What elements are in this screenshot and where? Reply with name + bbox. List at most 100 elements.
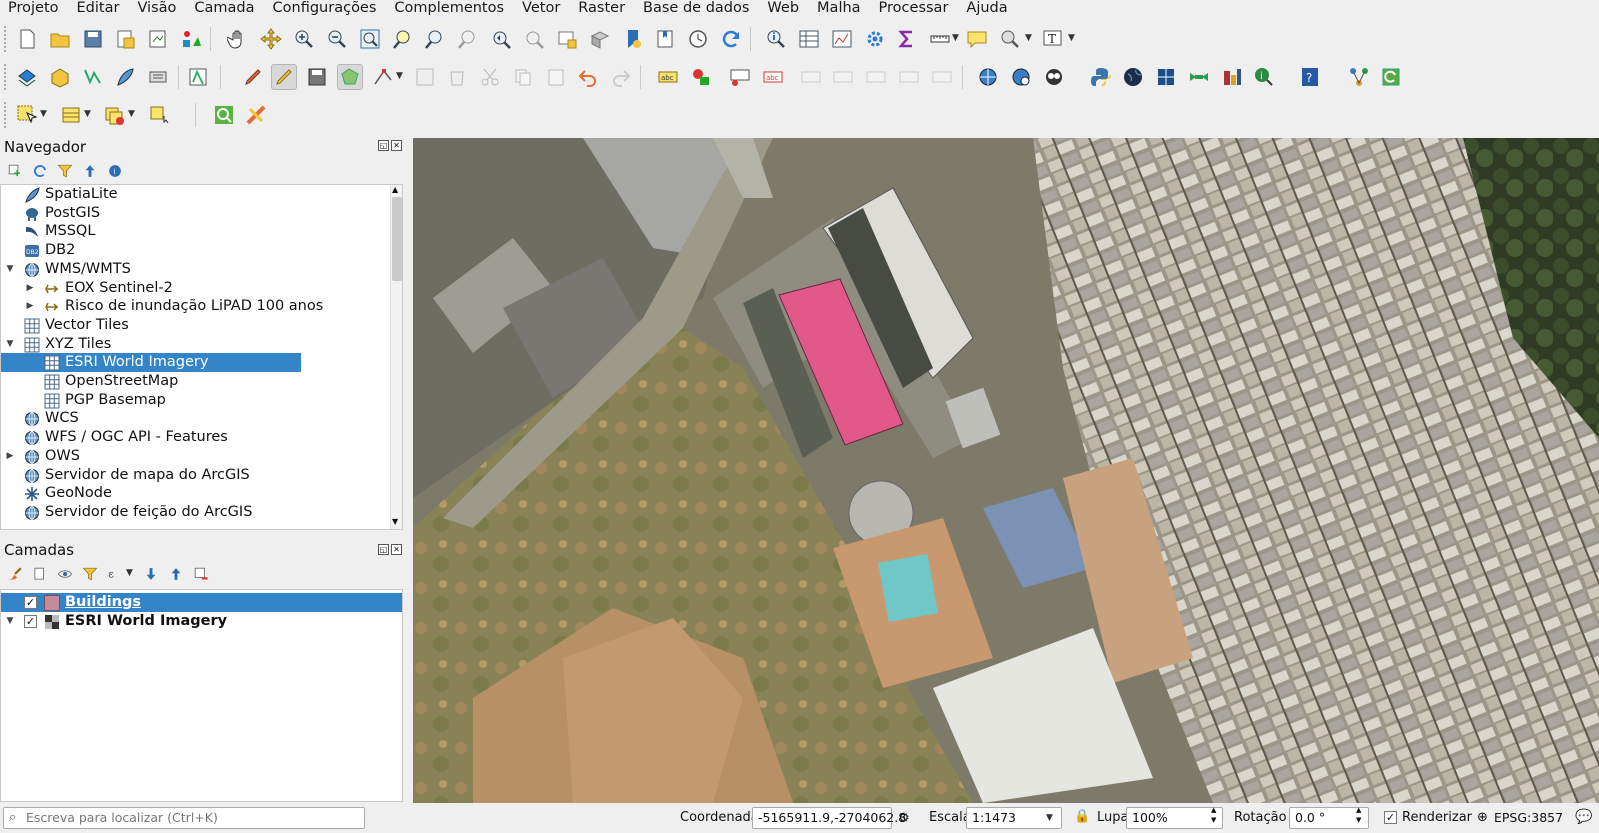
expand-all-icon[interactable] (140, 563, 162, 585)
filter-expression-dropdown-icon[interactable]: ▼ (126, 568, 133, 578)
float-panel-icon[interactable]: ◱ (378, 544, 389, 555)
menu-processar[interactable]: Processar (870, 0, 958, 18)
select-by-location-icon[interactable] (997, 26, 1023, 52)
browser-item[interactable]: Servidor de feição do ArcGIS (1, 503, 402, 522)
scale-dropdown-icon[interactable]: ▼ (1046, 808, 1053, 828)
select-by-value-dropdown-icon[interactable]: ▼ (84, 109, 91, 119)
layer-styling-icon[interactable] (4, 563, 26, 585)
modify-attributes-icon[interactable] (412, 64, 438, 90)
show-bookmarks-icon[interactable] (652, 26, 678, 52)
menu-editar[interactable]: Editar (68, 0, 129, 18)
plugin-refresh-icon[interactable] (1378, 64, 1404, 90)
label-properties-icon[interactable] (929, 64, 955, 90)
expand-arrow-icon[interactable]: ▶ (24, 297, 36, 316)
refresh-icon[interactable] (718, 26, 744, 52)
processing-toolbox-icon[interactable] (862, 26, 888, 52)
delete-selected-icon[interactable] (444, 64, 470, 90)
diagram-tool-icon[interactable] (688, 64, 714, 90)
scroll-down-icon[interactable]: ▼ (392, 517, 398, 526)
menu-web[interactable]: Web (758, 0, 808, 18)
save-edits-icon[interactable] (304, 64, 330, 90)
print-layout-icon[interactable] (145, 26, 171, 52)
pan-to-selection-icon[interactable] (258, 26, 284, 52)
browser-item[interactable]: Vector Tiles (1, 316, 402, 335)
new-bookmark-icon[interactable] (620, 26, 646, 52)
new-map-view-icon[interactable] (554, 26, 580, 52)
toolbar-handle[interactable] (4, 102, 8, 128)
paste-features-icon[interactable] (543, 64, 569, 90)
label-show-hide-icon[interactable] (830, 64, 856, 90)
browser-item[interactable]: OpenStreetMap (1, 372, 402, 391)
zoom-out-icon[interactable] (324, 26, 350, 52)
map-tips-icon[interactable] (964, 26, 990, 52)
plugin-network-icon[interactable] (1346, 64, 1372, 90)
browser-item[interactable]: WCS (1, 409, 402, 428)
georeferencer-icon[interactable] (1153, 64, 1179, 90)
coordinate-field[interactable]: -5165911.9,-2704062.8 (752, 807, 906, 829)
select-by-value-icon[interactable] (58, 102, 84, 128)
close-panel-icon[interactable]: ✕ (391, 544, 402, 555)
menu-raster[interactable]: Raster (569, 0, 634, 18)
undo-icon[interactable] (575, 64, 601, 90)
add-selected-layer-icon[interactable] (4, 160, 26, 182)
pin-labels-icon[interactable] (727, 64, 753, 90)
layer-visibility-checkbox[interactable]: ✓ (24, 596, 37, 609)
toggle-editing-icon[interactable] (271, 64, 297, 90)
zoom-last-icon[interactable] (488, 26, 514, 52)
layer-row-esri[interactable]: ▼ ✓ ESRI World Imagery (1, 612, 402, 631)
remove-layer-icon[interactable] (190, 563, 212, 585)
browser-item[interactable]: Servidor de mapa do ArcGIS (1, 466, 402, 485)
manage-visibility-icon[interactable] (54, 563, 76, 585)
zoom-native-icon[interactable] (455, 26, 481, 52)
sum-icon[interactable] (894, 26, 920, 52)
render-checkbox[interactable]: ✓ (1384, 811, 1397, 824)
new-3d-view-icon[interactable] (587, 26, 613, 52)
identify-icon[interactable] (763, 26, 789, 52)
menu-vetor[interactable]: Vetor (513, 0, 569, 18)
expand-arrow-icon[interactable]: ▶ (4, 447, 16, 466)
browser-item[interactable]: GeoNode (1, 484, 402, 503)
plugin-bars-icon[interactable] (1219, 64, 1245, 90)
collapse-layers-icon[interactable] (165, 563, 187, 585)
menu-configura-es[interactable]: Configurações (264, 0, 386, 18)
plugin-info-icon[interactable]: i (1251, 64, 1277, 90)
attribute-table-icon[interactable] (796, 26, 822, 52)
toolbar-handle[interactable] (4, 26, 8, 52)
menu-complementos[interactable]: Complementos (385, 0, 513, 18)
browser-item[interactable]: ▼ XYZ Tiles (1, 335, 402, 354)
pan-icon[interactable] (225, 26, 251, 52)
zoom-full-icon[interactable] (357, 26, 383, 52)
browser-item[interactable]: PGP Basemap (1, 391, 402, 410)
label-change-icon[interactable] (896, 64, 922, 90)
browser-item[interactable]: ESRI World Imagery (1, 353, 301, 373)
add-group-icon[interactable] (29, 563, 51, 585)
deselect-dropdown-icon[interactable]: ▼ (128, 109, 135, 119)
select-location-icon[interactable] (146, 102, 172, 128)
python-console-icon[interactable] (1088, 64, 1114, 90)
layer-row-buildings[interactable]: ✓ Buildings (1, 593, 402, 612)
new-temporary-layer-icon[interactable] (185, 64, 211, 90)
online-resources-icon[interactable] (1008, 64, 1034, 90)
messages-icon[interactable]: 💬 (1575, 809, 1592, 825)
temporal-controller-icon[interactable] (685, 26, 711, 52)
expand-arrow-icon[interactable]: ▶ (24, 279, 36, 298)
menu-camada[interactable]: Camada (185, 0, 263, 18)
new-shapefile-icon[interactable] (80, 64, 106, 90)
browser-item[interactable]: PostGIS (1, 204, 402, 223)
mouse-coordinate-toggle-icon[interactable]: ⚙ (898, 811, 910, 826)
measure-icon[interactable] (927, 26, 953, 52)
browser-item[interactable]: WFS / OGC API - Features (1, 428, 402, 447)
magnifier-spin-icon[interactable]: ▲ ▼ (1211, 805, 1216, 825)
current-edits-icon[interactable] (240, 64, 266, 90)
float-panel-icon[interactable]: ◱ (378, 140, 389, 151)
menu-vis-o[interactable]: Visão (128, 0, 185, 18)
rotation-spin-icon[interactable]: ▲ ▼ (1356, 805, 1361, 825)
scale-field[interactable]: 1:1473 ▼ (966, 807, 1062, 829)
zoom-next-icon[interactable] (521, 26, 547, 52)
zoom-to-layer-icon[interactable] (422, 26, 448, 52)
text-annotation-icon[interactable]: T (1040, 26, 1066, 52)
collapse-arrow-icon[interactable]: ▼ (4, 260, 16, 279)
cut-features-icon[interactable] (477, 64, 503, 90)
filter-browser-icon[interactable] (54, 160, 76, 182)
annotation-dropdown-icon[interactable]: ▼ (1068, 33, 1075, 43)
